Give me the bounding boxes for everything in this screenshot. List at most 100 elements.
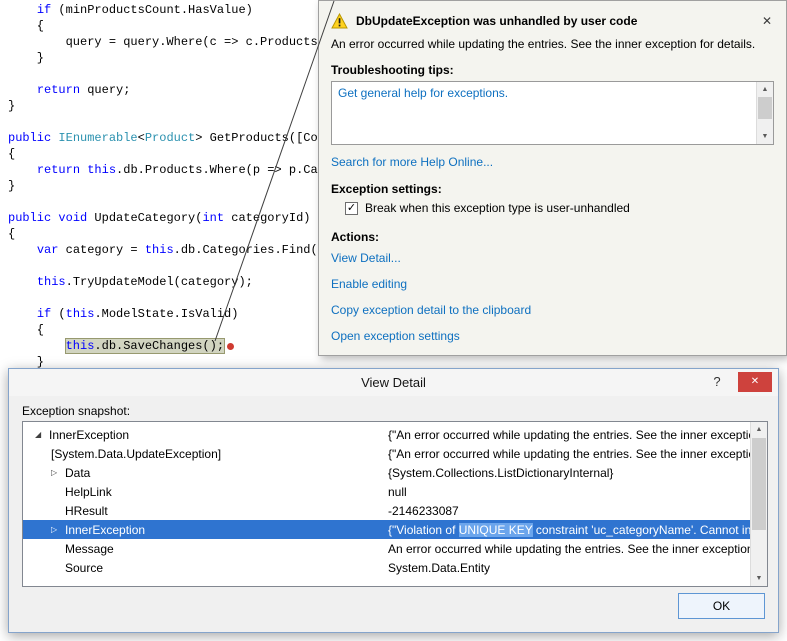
dialog-close-button[interactable]: ✕	[738, 372, 772, 392]
code-token: public	[8, 211, 51, 225]
code-token: void	[58, 211, 87, 225]
expander-collapsed-icon[interactable]: ▷	[51, 525, 65, 534]
code-token: .db.Products.Where(p => p.Cat	[116, 163, 325, 177]
action-link[interactable]: Copy exception detail to the clipboard	[331, 302, 774, 318]
code-token: {	[8, 147, 15, 161]
value-text: {"An error occurred while updating the e…	[388, 428, 750, 442]
property-value-cell: -2146233087	[388, 504, 750, 518]
code-token: return	[37, 83, 80, 97]
property-name-cell: ▷InnerException	[23, 523, 388, 537]
grid-row[interactable]: ◢InnerException{"An error occurred while…	[23, 425, 750, 444]
value-text: {System.Collections.ListDictionaryIntern…	[388, 466, 613, 480]
scroll-down-icon[interactable]: ▼	[751, 571, 767, 586]
grid-row[interactable]: MessageAn error occurred while updating …	[23, 539, 750, 558]
grid-row[interactable]: [System.Data.UpdateException]{"An error …	[23, 444, 750, 463]
code-line: public void UpdateCategory(int categoryI…	[0, 210, 332, 226]
code-token: public	[8, 131, 51, 145]
property-name: HelpLink	[65, 485, 112, 499]
action-link[interactable]: View Detail...	[331, 250, 774, 266]
code-token: .db.Categories.Find(ca	[174, 243, 332, 257]
code-line: {	[0, 18, 332, 34]
code-token: }	[8, 355, 44, 369]
code-token: categoryId)	[224, 211, 310, 225]
code-token: if	[37, 307, 51, 321]
code-token: {	[8, 227, 15, 241]
ok-button[interactable]: OK	[678, 593, 765, 619]
close-icon[interactable]: ✕	[760, 14, 774, 28]
code-token: {	[8, 19, 44, 33]
code-token: if	[37, 3, 51, 17]
value-text: -2146233087	[388, 504, 459, 518]
snapshot-label: Exception snapshot:	[22, 404, 778, 418]
property-name: Source	[65, 561, 103, 575]
dialog-title: View Detail	[9, 375, 778, 390]
action-link[interactable]: Open exception settings	[331, 328, 774, 344]
dialog-titlebar[interactable]: View Detail ? ✕	[9, 369, 778, 396]
exception-settings-label: Exception settings:	[331, 182, 774, 196]
actions-label: Actions:	[331, 230, 774, 244]
code-line: return this.db.Products.Where(p => p.Cat	[0, 162, 332, 178]
grid-row[interactable]: HelpLink null	[23, 482, 750, 501]
code-token: .ModelState.IsValid)	[94, 307, 238, 321]
code-token: }	[8, 51, 44, 65]
view-detail-dialog: View Detail ? ✕ Exception snapshot: ◢Inn…	[8, 368, 779, 633]
code-token: this	[145, 243, 174, 257]
property-name-cell: HResult	[23, 504, 388, 518]
expander-expanded-icon[interactable]: ◢	[35, 430, 49, 439]
scroll-up-icon[interactable]: ▲	[751, 422, 767, 437]
property-value-cell: {"Violation of UNIQUE KEY constraint 'uc…	[388, 523, 750, 537]
grid-row[interactable]: Source System.Data.Entity	[23, 558, 750, 577]
actions-links: View Detail... Enable editing Copy excepti…	[331, 250, 774, 344]
scroll-down-icon[interactable]: ▼	[757, 129, 773, 144]
code-line: var category = this.db.Categories.Find(c…	[0, 242, 332, 258]
code-token: (	[51, 307, 65, 321]
exception-statement-highlight: this.db.SaveChanges();	[66, 339, 224, 353]
code-token: this	[66, 307, 95, 321]
code-line	[0, 290, 332, 306]
scroll-up-icon[interactable]: ▲	[757, 82, 773, 97]
expander-collapsed-icon[interactable]: ▷	[51, 468, 65, 477]
property-value-cell: {"An error occurred while updating the e…	[388, 447, 750, 461]
value-text: System.Data.Entity	[388, 561, 490, 575]
code-token	[8, 163, 37, 177]
code-token: int	[202, 211, 224, 225]
grid-row[interactable]: HResult-2146233087	[23, 501, 750, 520]
scroll-thumb[interactable]	[758, 97, 772, 119]
value-text: {"Violation of	[388, 523, 459, 537]
grid-row[interactable]: ▷Data{System.Collections.ListDictionaryI…	[23, 463, 750, 482]
property-name-cell: HelpLink	[23, 485, 388, 499]
code-line: }	[0, 98, 332, 114]
grid-row[interactable]: ▷InnerException{"Violation of UNIQUE KEY…	[23, 520, 750, 539]
search-help-link[interactable]: Search for more Help Online...	[331, 155, 774, 169]
code-token: UpdateCategory(	[87, 211, 202, 225]
value-text: An error occurred while updating the ent…	[388, 542, 750, 556]
code-token: query = query.Where(c => c.Products.	[8, 35, 325, 49]
break-checkbox-row[interactable]: ✓ Break when this exception type is user…	[345, 201, 774, 215]
general-help-link[interactable]: Get general help for exceptions.	[332, 82, 773, 104]
tips-scrollbar[interactable]: ▲ ▼	[756, 82, 773, 144]
grid-scrollbar[interactable]: ▲ ▼	[750, 422, 767, 586]
property-value-cell: {System.Collections.ListDictionaryIntern…	[388, 466, 750, 480]
property-value-cell: null	[388, 485, 750, 499]
property-name-cell: [System.Data.UpdateException]	[23, 447, 388, 461]
property-name: InnerException	[65, 523, 145, 537]
code-token: var	[37, 243, 59, 257]
code-token	[8, 307, 37, 321]
property-name-cell: ▷Data	[23, 466, 388, 480]
code-token	[8, 83, 37, 97]
action-link[interactable]: Enable editing	[331, 276, 774, 292]
code-line: {	[0, 226, 332, 242]
code-line: if (this.ModelState.IsValid)	[0, 306, 332, 322]
property-name: Data	[65, 466, 90, 480]
property-value-cell: An error occurred while updating the ent…	[388, 542, 750, 556]
code-token: query;	[80, 83, 130, 97]
value-highlight: UNIQUE KEY	[459, 523, 533, 537]
code-token: category =	[58, 243, 144, 257]
code-editor[interactable]: if (minProductsCount.HasValue) { query =…	[0, 2, 332, 370]
code-token	[8, 339, 66, 353]
error-icon	[227, 343, 234, 350]
scroll-thumb[interactable]	[752, 438, 766, 530]
code-token: this	[87, 163, 116, 177]
help-button[interactable]: ?	[703, 372, 731, 392]
checkbox-checked-icon[interactable]: ✓	[345, 202, 358, 215]
